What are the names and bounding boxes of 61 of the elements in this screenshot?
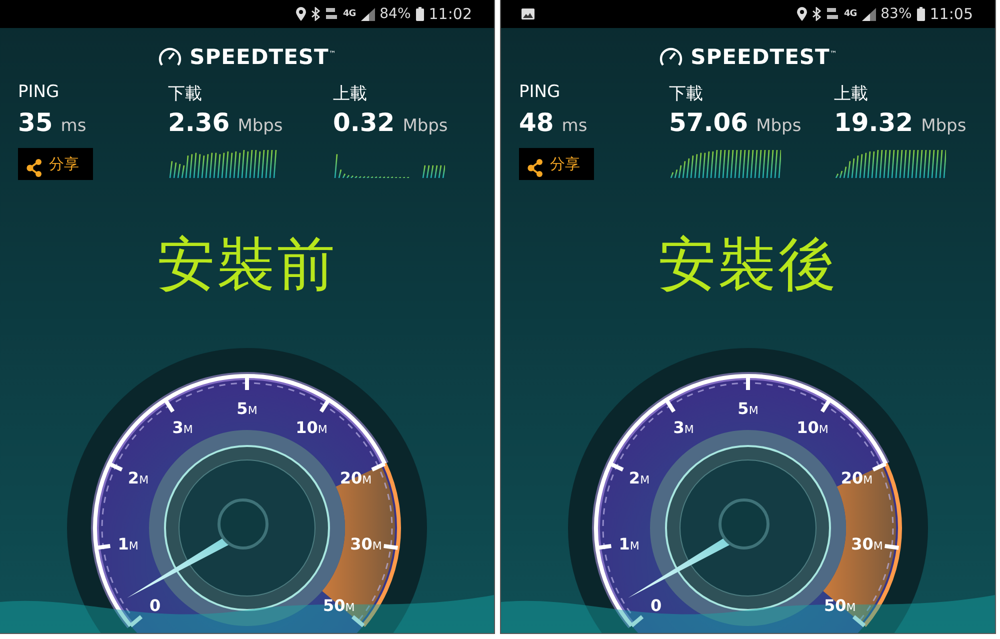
battery-icon — [416, 7, 424, 21]
location-icon — [296, 7, 306, 21]
share-icon — [527, 159, 543, 177]
gauge-tick-label: 50M — [824, 596, 856, 616]
gauge-tick-label: 1M — [618, 534, 640, 554]
share-button[interactable]: 分享 — [519, 148, 594, 180]
download-label: 下載 — [669, 83, 704, 104]
network-type: 4G — [844, 9, 857, 19]
ping-unit: ms — [562, 116, 588, 136]
gauge-tick-label: 5M — [236, 399, 258, 418]
download-unit: Mbps — [756, 116, 802, 136]
upload-unit: Mbps — [402, 116, 448, 136]
speedometer-logo-icon — [658, 46, 683, 68]
gauge-tick-label: 20M — [340, 468, 372, 488]
location-icon — [796, 7, 807, 21]
gauge-tick-label: 5M — [738, 399, 758, 418]
clock-time: 11:05 — [930, 5, 973, 23]
speedometer-logo-icon — [158, 46, 182, 68]
gauge-tick-label: 10M — [796, 418, 828, 437]
gauge-tick-label: 30M — [851, 534, 883, 554]
ping-label: PING — [18, 82, 60, 104]
battery-percent: 83% — [880, 6, 912, 22]
gauge-tick-label: 50M — [323, 596, 355, 616]
bluetooth-icon — [812, 7, 821, 21]
gauge-tick-label: 10M — [296, 418, 328, 437]
download-unit: Mbps — [238, 116, 283, 136]
download-value: 57.06 — [669, 108, 748, 137]
ping-value: 48 — [519, 108, 554, 137]
app-logo-text: SPEEDTEST$^{™}$ — [190, 45, 336, 69]
gauge-tick-label: 20M — [840, 468, 873, 488]
bluetooth-icon — [310, 7, 320, 21]
clock-time: 11:02 — [428, 5, 472, 23]
caption-text: 安裝前 — [156, 235, 338, 293]
gauge-tick-label: 2M — [628, 468, 650, 488]
upload-label: 上載 — [834, 83, 869, 104]
gauge-tick-label: 2M — [128, 468, 149, 488]
download-value: 2.36 — [168, 108, 230, 137]
ping-label: PING — [519, 82, 562, 104]
gauge-tick-label: 1M — [118, 534, 138, 554]
ping-unit: ms — [60, 116, 86, 136]
gauge-tick-label: 30M — [350, 534, 382, 554]
signal-icon — [360, 8, 375, 20]
image-icon — [521, 8, 535, 20]
caption-text: 安裝後 — [657, 235, 839, 293]
app-logo-text: SPEEDTEST$^{™}$ — [690, 45, 838, 69]
ping-value: 35 — [18, 108, 53, 137]
upload-value: 0.32 — [333, 108, 395, 137]
upload-value: 19.32 — [834, 108, 914, 137]
battery-icon — [916, 7, 925, 21]
upload-unit: Mbps — [921, 116, 966, 136]
download-label: 下載 — [168, 83, 203, 104]
share-icon — [26, 159, 42, 177]
network-type: 4G — [342, 9, 356, 19]
gauge-tick-label: 0 — [650, 596, 662, 616]
battery-percent: 84% — [380, 6, 411, 22]
signal-icon — [862, 8, 876, 20]
upload-label: 上載 — [333, 83, 368, 104]
gauge-tick-label: 3M — [172, 418, 193, 437]
gauge-tick-label: 0 — [150, 596, 161, 616]
gauge-tick-label: 3M — [673, 418, 694, 437]
share-button[interactable]: 分享 — [18, 148, 93, 180]
